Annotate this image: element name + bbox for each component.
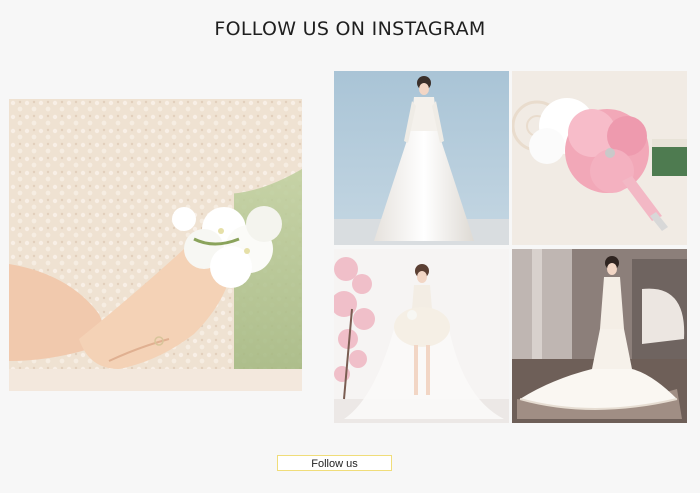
instagram-photo-wrist-corsage[interactable] xyxy=(9,99,302,391)
instagram-section-title: FOLLOW US ON INSTAGRAM xyxy=(214,18,486,40)
mermaid-gown-image xyxy=(512,249,687,423)
instagram-photo-short-lace-dress[interactable] xyxy=(334,249,509,423)
satin-gown-image xyxy=(334,71,509,245)
pink-bouquet-image xyxy=(512,71,687,245)
short-lace-dress-image xyxy=(334,249,509,423)
instagram-photo-satin-gown[interactable] xyxy=(334,71,509,245)
instagram-photo-mermaid-gown[interactable] xyxy=(512,249,687,423)
follow-us-button[interactable]: Follow us xyxy=(277,455,392,471)
instagram-photo-pink-bouquet[interactable] xyxy=(512,71,687,245)
wrist-corsage-image xyxy=(9,99,302,391)
